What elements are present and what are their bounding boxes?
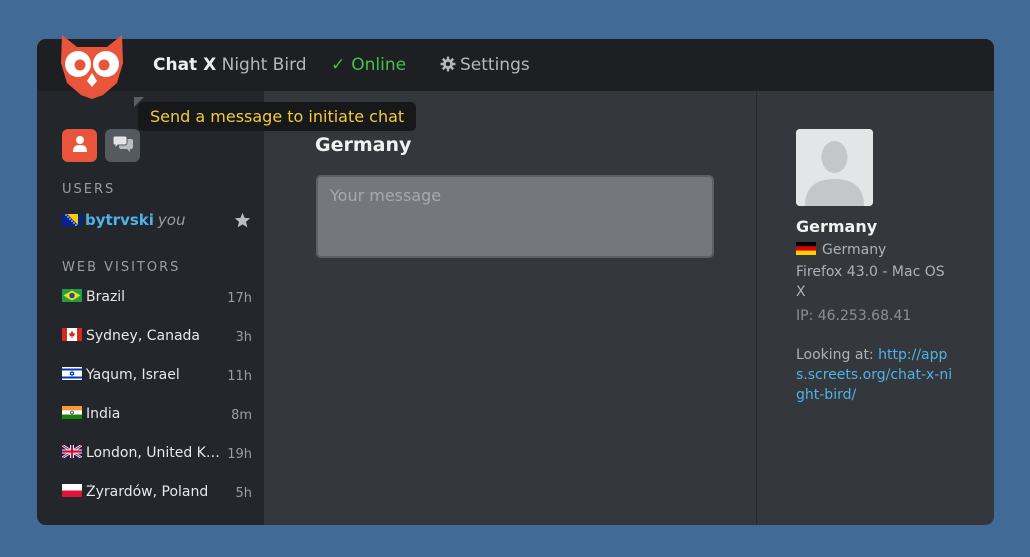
web-visitors-section-title: WEB VISITORS	[62, 260, 181, 275]
current-user-row[interactable]: bytrvski you	[62, 211, 252, 233]
chats-tab-button[interactable]	[105, 129, 140, 162]
visitor-time: 19h	[227, 447, 252, 462]
visitor-time: 3h	[235, 330, 252, 345]
visitor-row[interactable]: Brazil 17h	[62, 289, 252, 311]
owl-logo-icon[interactable]	[57, 33, 127, 101]
visitor-row[interactable]: India 8m	[62, 406, 252, 428]
uk-flag-icon	[62, 445, 82, 458]
top-bar: Chat X Night Bird ✓ Online Settings	[37, 39, 994, 91]
users-tab-button[interactable]	[62, 129, 97, 162]
app-title-bold: Chat X	[153, 55, 217, 75]
avatar	[796, 129, 873, 206]
visitor-current-page: Looking at: http://apps.screets.org/chat…	[796, 345, 956, 405]
app-title: Chat X Night Bird	[153, 55, 307, 75]
current-user-name: bytrvski	[85, 211, 154, 229]
chat-main-area	[264, 91, 756, 525]
visitor-location: India	[86, 406, 121, 422]
visitor-location: Brazil	[86, 289, 126, 305]
visitor-location: Żyrardów, Poland	[86, 484, 209, 500]
poland-flag-icon	[62, 484, 82, 497]
bosnia-flag-icon	[62, 213, 82, 226]
visitor-row[interactable]: Sydney, Canada 3h	[62, 328, 252, 350]
users-section-title: USERS	[62, 182, 116, 197]
visitor-row[interactable]: Yaqum, Israel 11h	[62, 367, 252, 389]
visitor-time: 8m	[231, 408, 252, 423]
settings-label: Settings	[460, 55, 530, 75]
visitor-country-label: Germany	[822, 242, 887, 258]
india-flag-icon	[62, 406, 82, 419]
visitor-time: 11h	[227, 369, 252, 384]
chat-title: Germany	[315, 134, 412, 156]
visitor-row[interactable]: Żyrardów, Poland 5h	[62, 484, 252, 506]
visitor-time: 5h	[235, 486, 252, 501]
message-input[interactable]	[316, 175, 714, 258]
online-status-toggle[interactable]: ✓ Online	[331, 55, 406, 75]
star-icon[interactable]	[234, 212, 251, 232]
visitor-location: Sydney, Canada	[86, 328, 201, 344]
visitor-location: London, United Kingdom	[86, 445, 220, 461]
app-title-rest: Night Bird	[221, 55, 307, 75]
visitor-name: Germany	[796, 217, 878, 236]
visitor-browser: Firefox 43.0 - Mac OS X	[796, 264, 945, 300]
current-user-tag: you	[157, 211, 186, 229]
israel-flag-icon	[62, 367, 82, 380]
online-status-label: Online	[351, 55, 407, 75]
visitor-location: Yaqum, Israel	[86, 367, 180, 383]
looking-at-label: Looking at:	[796, 347, 874, 363]
initiate-chat-tooltip: Send a message to initiate chat	[138, 102, 417, 131]
check-icon: ✓	[331, 55, 346, 75]
visitor-country: Germany	[796, 242, 886, 258]
visitor-time: 17h	[227, 291, 252, 306]
gear-icon	[440, 56, 456, 77]
user-icon	[72, 135, 88, 157]
brazil-flag-icon	[62, 289, 82, 302]
visitor-row[interactable]: London, United Kingdom 19h	[62, 445, 252, 467]
canada-flag-icon	[62, 328, 82, 341]
visitor-ip: IP: 46.253.68.41	[796, 308, 912, 324]
chat-bubbles-icon	[112, 135, 134, 157]
germany-flag-icon	[796, 242, 816, 255]
settings-button[interactable]: Settings	[440, 55, 530, 77]
